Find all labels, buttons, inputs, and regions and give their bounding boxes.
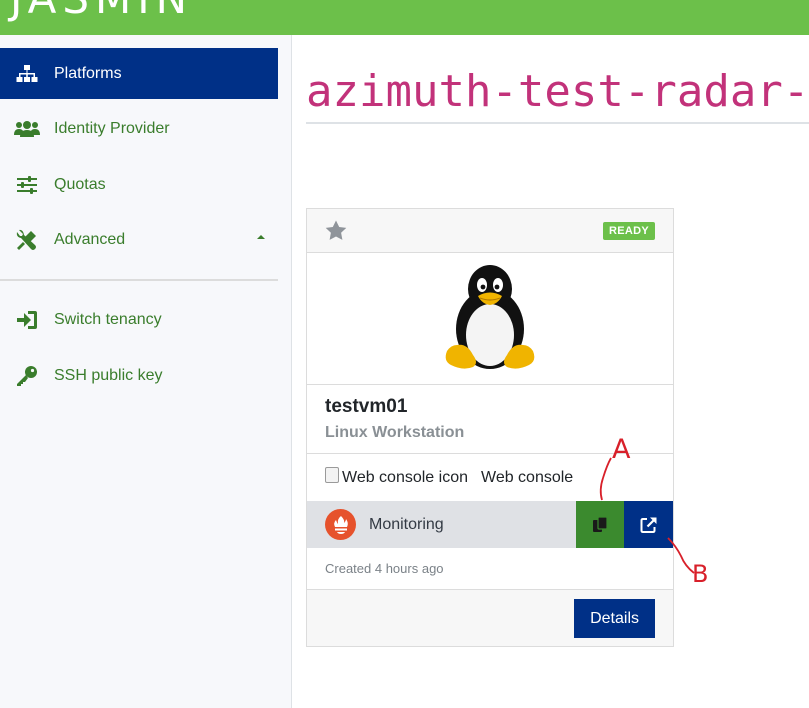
platform-card: READY testvm01 Linux Workstation Web con… xyxy=(306,208,674,647)
title-divider xyxy=(306,122,809,124)
web-console-label: Web console xyxy=(481,469,574,486)
sidebar-item-label: Quotas xyxy=(54,175,106,193)
platform-type: Linux Workstation xyxy=(325,424,465,441)
card-divider xyxy=(307,453,673,454)
web-console-icon: Web console icon xyxy=(325,467,468,489)
copy-button[interactable] xyxy=(576,501,624,548)
sliders-icon xyxy=(0,175,54,194)
card-image xyxy=(307,253,673,385)
annotation-label-b: B xyxy=(692,560,708,588)
monitoring-link[interactable]: Monitoring xyxy=(325,509,444,540)
sidebar-item-advanced[interactable]: Advanced xyxy=(0,214,278,265)
details-button[interactable]: Details xyxy=(574,599,655,638)
page-title: azimuth-test-radar-U xyxy=(306,66,809,117)
external-link-icon xyxy=(640,517,656,533)
sidebar-item-quotas[interactable]: Quotas xyxy=(0,159,278,210)
sign-in-icon xyxy=(0,310,54,330)
users-icon xyxy=(0,120,54,138)
sidebar-item-switch-tenancy[interactable]: Switch tenancy xyxy=(0,294,278,345)
sidebar-item-label: SSH public key xyxy=(54,366,163,384)
open-external-button[interactable] xyxy=(624,501,673,548)
monitoring-label: Monitoring xyxy=(369,515,444,533)
sidebar-item-platforms[interactable]: Platforms xyxy=(0,48,278,99)
sidebar-item-label: Advanced xyxy=(54,230,126,248)
card-footer: Details xyxy=(307,589,673,646)
web-console-link[interactable]: Web console icon Web console xyxy=(325,466,573,490)
sidebar-item-label: Identity Provider xyxy=(54,119,170,137)
status-badge: READY xyxy=(602,222,655,240)
copy-icon xyxy=(593,516,608,532)
sidebar-item-label: Platforms xyxy=(54,64,122,82)
key-icon xyxy=(0,365,54,387)
sidebar-item-ssh-public-key[interactable]: SSH public key xyxy=(0,350,278,401)
caret-up-icon xyxy=(257,235,265,239)
sidebar-item-label: Switch tenancy xyxy=(54,310,162,328)
sitemap-icon xyxy=(0,64,54,83)
sidebar: Platforms Identity Provider Quotas Advan… xyxy=(0,35,292,708)
jasmin-logo[interactable]: JASMIN xyxy=(10,0,193,23)
linux-tux-logo xyxy=(445,265,535,369)
tools-icon xyxy=(0,229,54,251)
created-timestamp: Created 4 hours ago xyxy=(325,561,444,576)
sidebar-divider xyxy=(0,279,278,281)
prometheus-icon xyxy=(325,509,356,540)
sidebar-item-identity-provider[interactable]: Identity Provider xyxy=(0,103,278,154)
top-bar: JASMIN xyxy=(0,0,809,35)
monitoring-service-row: Monitoring xyxy=(307,501,673,548)
card-header: READY xyxy=(307,209,673,253)
star-icon[interactable] xyxy=(325,220,347,246)
platform-name: testvm01 xyxy=(325,396,408,417)
web-console-icon-alt-text: Web console icon xyxy=(342,469,468,486)
